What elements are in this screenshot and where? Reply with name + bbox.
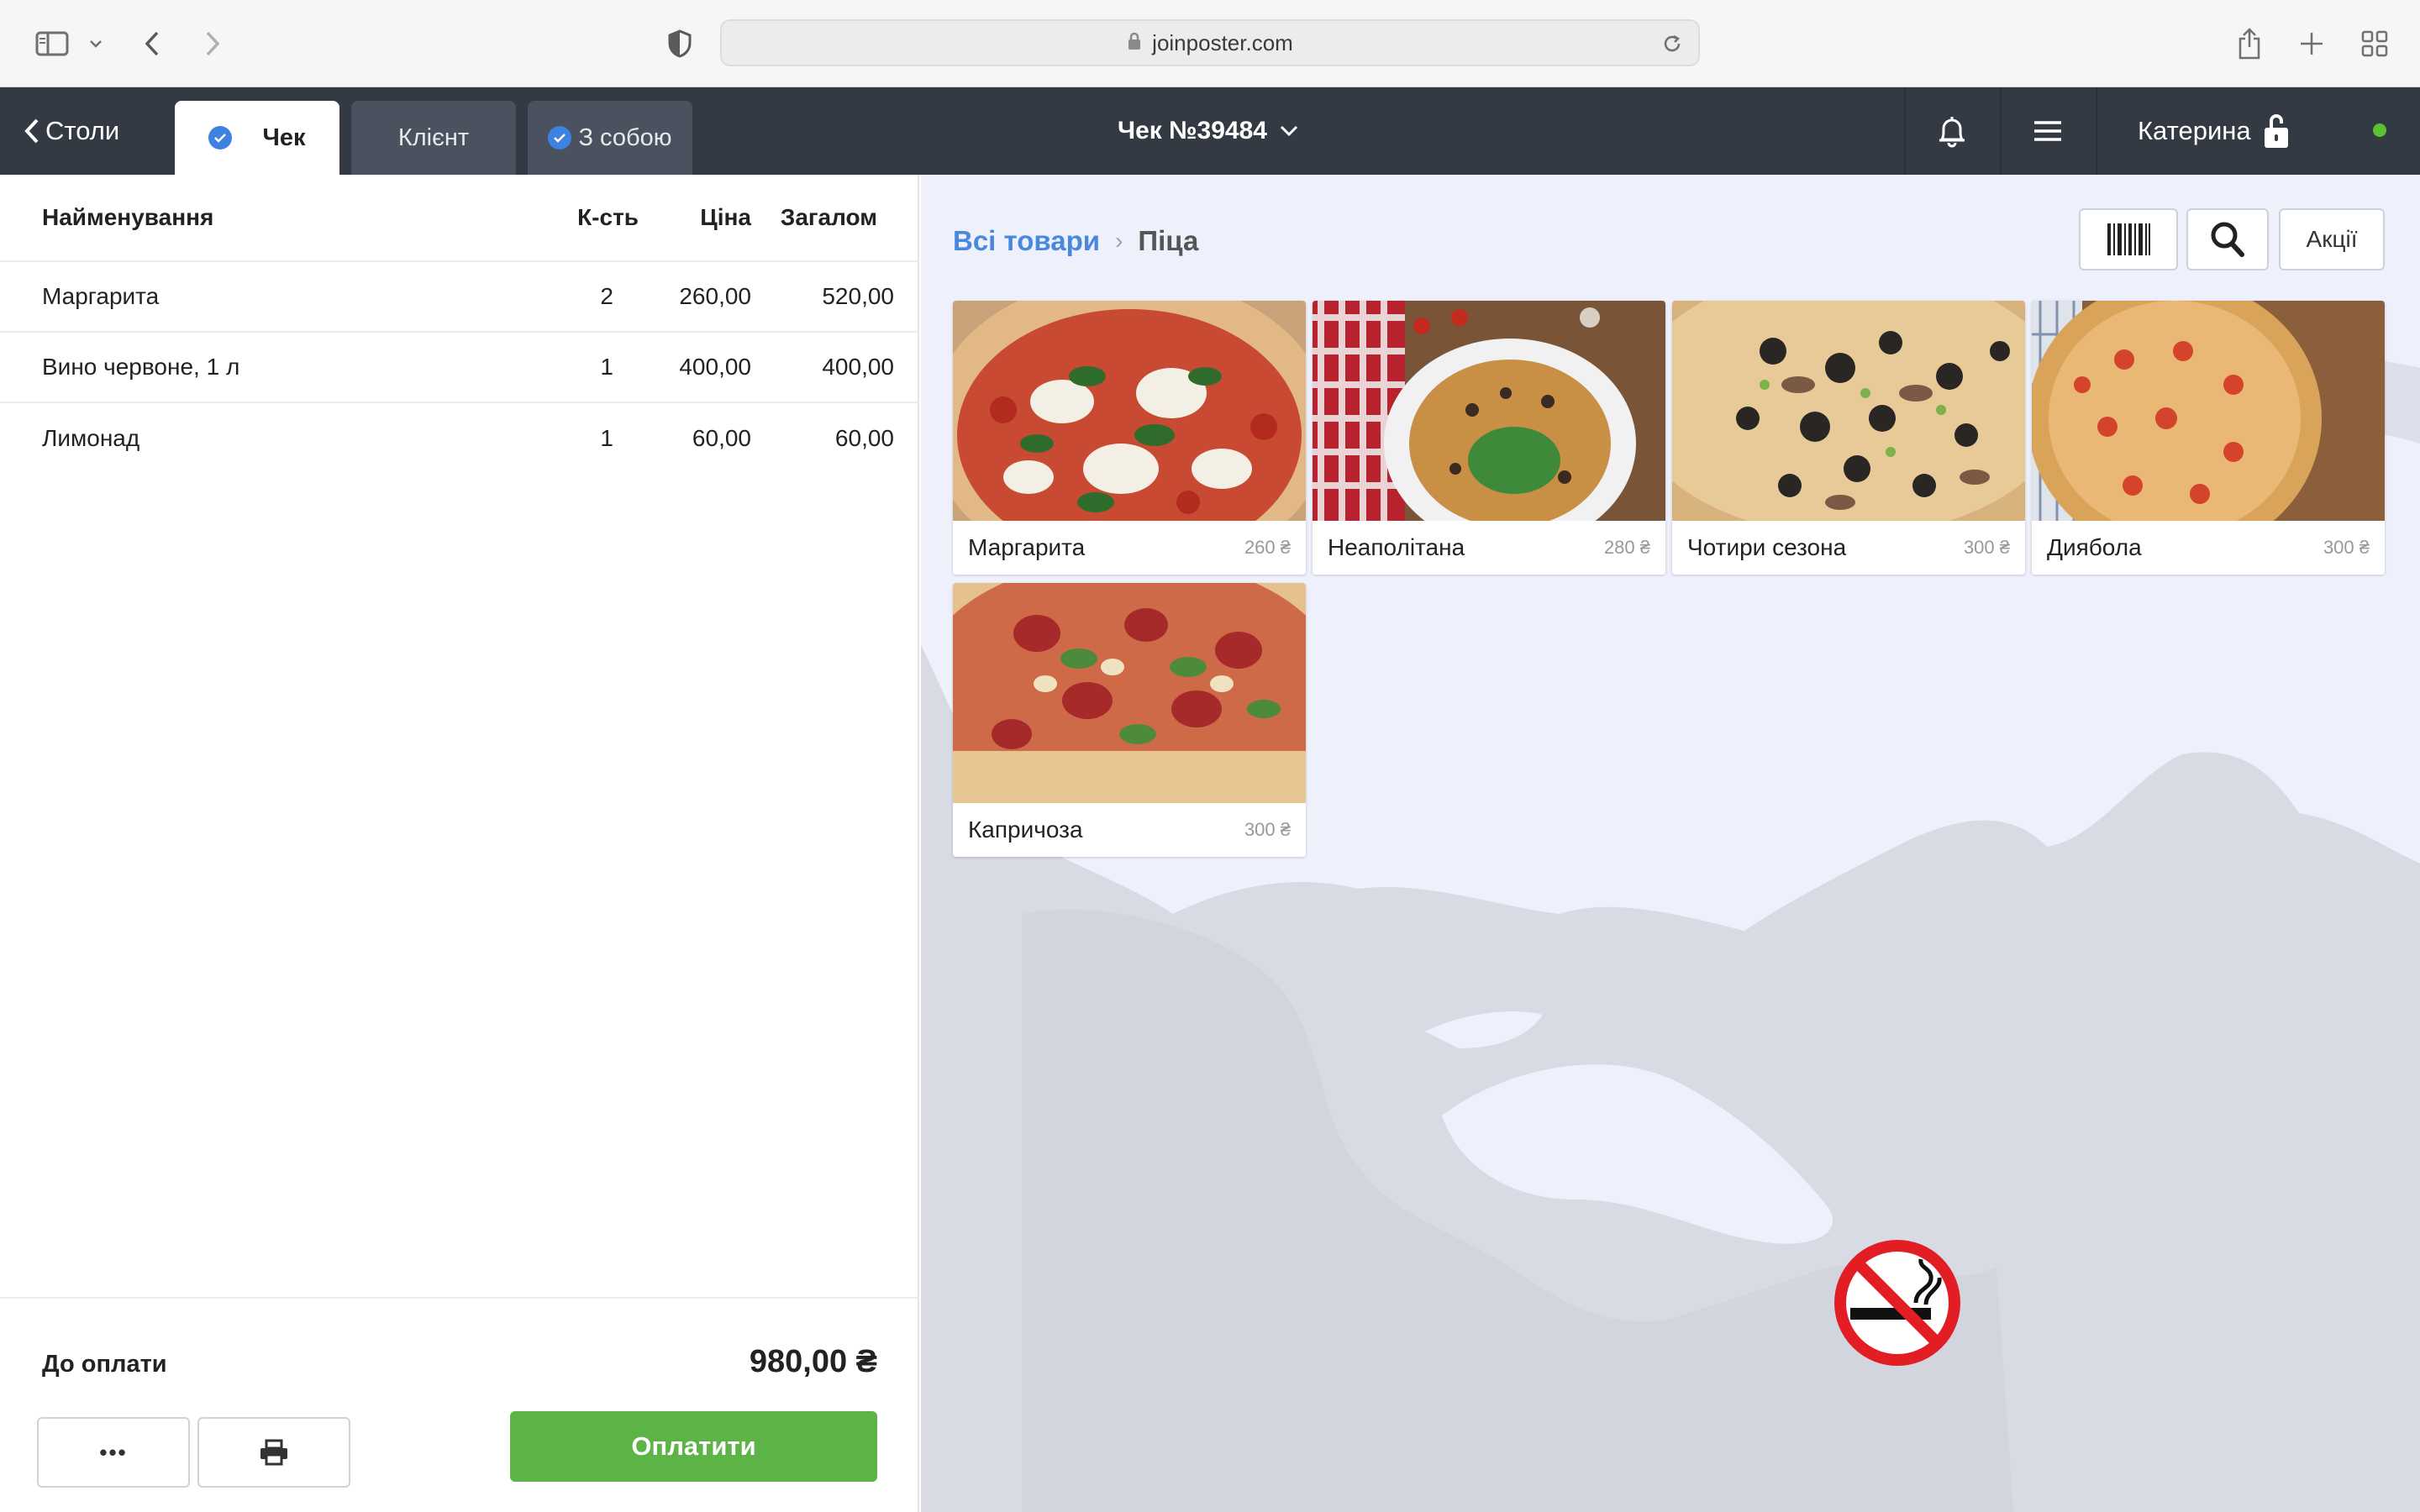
promotions-button[interactable]: Акції [2279, 208, 2385, 270]
pizza-image [2032, 301, 2385, 521]
item-total: 400,00 [822, 354, 894, 380]
item-qty: 1 [600, 425, 613, 451]
item-qty: 2 [600, 283, 613, 309]
sidebar-icon[interactable] [34, 22, 71, 66]
breadcrumb: Всі товари › Піца [953, 225, 1198, 257]
shield-icon[interactable] [667, 22, 692, 66]
reload-icon[interactable] [1661, 33, 1683, 59]
order-row[interactable]: Лимонад 1 60,00 60,00 [0, 403, 919, 474]
column-price: Ціна [700, 204, 751, 230]
user-menu[interactable]: Катерина [2138, 87, 2290, 175]
more-icon: ••• [99, 1439, 128, 1465]
product-name: Капричоза [968, 816, 1083, 843]
tab-label: Клієнт [397, 123, 470, 151]
check-icon [548, 126, 572, 150]
item-total: 60,00 [834, 425, 894, 451]
forward-icon[interactable] [200, 22, 225, 66]
product-price: 300 ₴ [1963, 537, 2010, 558]
item-price: 260,00 [679, 283, 751, 309]
amount-due-value: 980,00 ₴ [749, 1344, 877, 1379]
receipt-title: Чек №39484 [1118, 117, 1267, 144]
product-card-napoletana[interactable]: Неаполітана 280 ₴ [1313, 301, 1665, 575]
share-icon[interactable] [2235, 22, 2264, 66]
product-name: Маргарита [968, 534, 1086, 560]
order-table-header: Найменування К-сть Ціна Загалом [0, 175, 919, 262]
item-name: Вино червоне, 1 л [42, 354, 240, 380]
breadcrumb-separator: › [1115, 228, 1123, 254]
barcode-button[interactable] [2079, 208, 2178, 270]
pizza-image [953, 301, 1306, 521]
app-header: Столи Чек Клієнт З собою Чек №39484 Кате… [0, 87, 2420, 175]
printer-icon [260, 1439, 287, 1466]
menu-icon[interactable] [2002, 87, 2094, 175]
product-catalog: Всі товари › Піца Акції Маргарита 260 ₴ [921, 175, 2420, 1512]
order-row[interactable]: Маргарита 2 260,00 520,00 [0, 262, 919, 333]
tab-client[interactable]: Клієнт [351, 101, 516, 175]
item-name: Лимонад [42, 425, 140, 451]
item-price: 400,00 [679, 354, 751, 380]
product-price: 280 ₴ [1603, 537, 1650, 558]
barcode-icon [2107, 223, 2150, 255]
check-icon [208, 126, 233, 150]
address-bar[interactable]: joinposter.com [720, 19, 1700, 66]
no-smoking-icon [1834, 1240, 1960, 1366]
breadcrumb-all-products[interactable]: Всі товари [953, 225, 1100, 257]
column-name: Найменування [42, 204, 214, 230]
pizza-image [953, 583, 1306, 803]
chevron-down-icon[interactable] [87, 22, 104, 66]
order-panel: Найменування К-сть Ціна Загалом Маргарит… [0, 175, 919, 1512]
chevron-down-icon [1280, 125, 1298, 137]
back-icon[interactable] [139, 22, 165, 66]
url-text: joinposter.com [1152, 29, 1293, 55]
search-button[interactable] [2186, 208, 2269, 270]
item-qty: 1 [600, 354, 613, 380]
product-price: 260 ₴ [1244, 537, 1291, 558]
pay-button[interactable]: Оплатити [510, 1411, 877, 1482]
product-price: 300 ₴ [2323, 537, 2370, 558]
receipt-selector[interactable]: Чек №39484 [1118, 87, 1299, 175]
tab-receipt[interactable]: Чек [175, 101, 339, 175]
tab-label: Чек [262, 123, 306, 151]
back-label: Столи [45, 116, 120, 145]
promotions-label: Акції [2306, 226, 2358, 252]
unlock-icon [2264, 114, 2288, 148]
product-card-margherita[interactable]: Маргарита 260 ₴ [953, 301, 1306, 575]
product-card-capricciosa[interactable]: Капричоза 300 ₴ [953, 583, 1306, 857]
print-button[interactable] [197, 1417, 350, 1488]
browser-toolbar: joinposter.com [0, 0, 2420, 87]
column-qty: К-сть [577, 204, 639, 230]
item-name: Маргарита [42, 283, 160, 309]
column-total: Загалом [780, 204, 877, 230]
item-price: 60,00 [692, 425, 751, 451]
product-name: Неаполітана [1328, 534, 1465, 560]
pay-label: Оплатити [631, 1431, 756, 1461]
bell-icon[interactable] [1906, 87, 1998, 175]
breadcrumb-current: Піца [1138, 225, 1199, 256]
product-name: Чотири сезона [1687, 534, 1847, 560]
back-to-tables-button[interactable]: Столи [24, 87, 119, 175]
product-card-diavola[interactable]: Диябола 300 ₴ [2032, 301, 2385, 575]
pizza-image [1313, 301, 1665, 521]
online-status-dot [2373, 123, 2386, 137]
user-name: Катерина [2138, 116, 2251, 145]
lock-icon [1127, 32, 1142, 55]
product-card-four-seasons[interactable]: Чотири сезона 300 ₴ [1672, 301, 2025, 575]
amount-due-label: До оплати [42, 1351, 167, 1378]
tab-overview-icon[interactable] [2360, 22, 2390, 66]
header-divider [2096, 87, 2097, 175]
product-price: 300 ₴ [1244, 819, 1291, 840]
pizza-image [1672, 301, 2025, 521]
search-icon [2211, 222, 2244, 257]
new-tab-icon[interactable] [2297, 22, 2326, 66]
tab-label: З собою [578, 123, 672, 151]
item-total: 520,00 [822, 283, 894, 309]
more-options-button[interactable]: ••• [37, 1417, 190, 1488]
order-row[interactable]: Вино червоне, 1 л 1 400,00 400,00 [0, 333, 919, 403]
chevron-left-icon [24, 118, 39, 144]
product-name: Диябола [2047, 534, 2142, 560]
tab-takeaway[interactable]: З собою [528, 101, 692, 175]
